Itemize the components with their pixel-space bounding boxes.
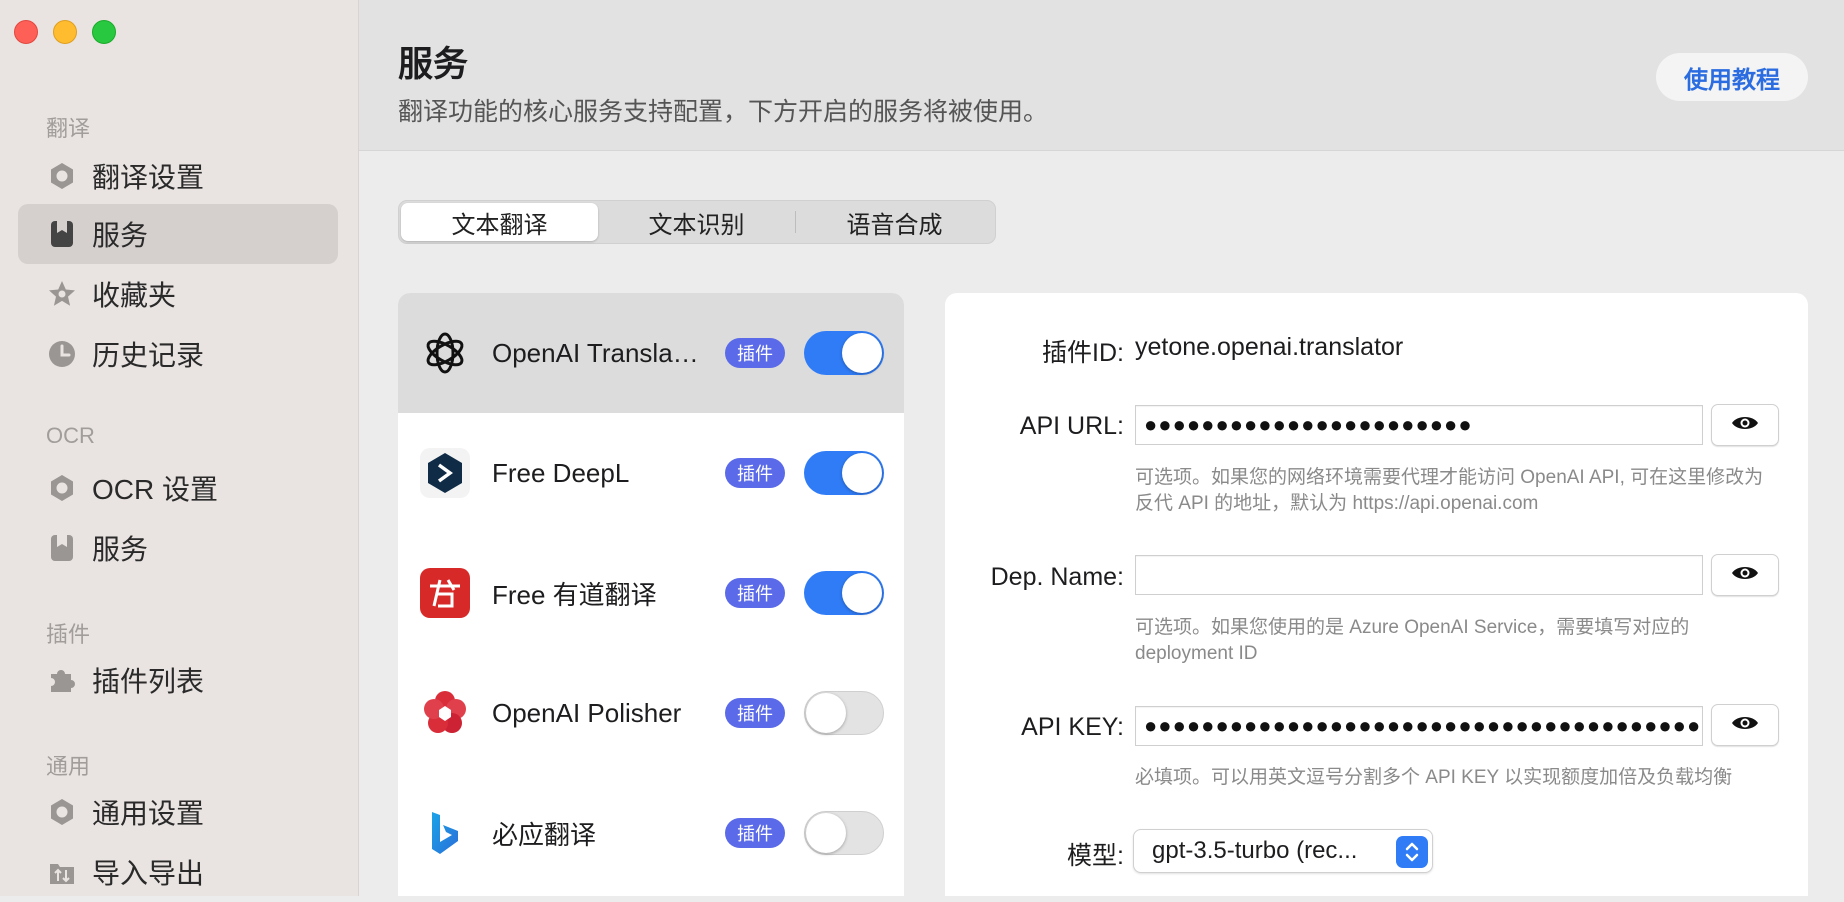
service-row[interactable]: OpenAI Translator 插件 bbox=[398, 293, 904, 413]
minimize-window-button[interactable] bbox=[53, 20, 77, 44]
model-select[interactable]: gpt-3.5-turbo (rec... bbox=[1133, 829, 1433, 873]
tutorial-button[interactable]: 使用教程 bbox=[1656, 53, 1808, 101]
tab-text-translation[interactable]: 文本翻译 bbox=[401, 203, 598, 241]
api-url-reveal-button[interactable] bbox=[1711, 404, 1779, 446]
gear-icon bbox=[46, 160, 78, 192]
service-name: Free DeepL bbox=[492, 457, 630, 488]
service-toggle[interactable] bbox=[804, 691, 884, 735]
polisher-logo-icon bbox=[420, 688, 470, 738]
service-toggle[interactable] bbox=[804, 811, 884, 855]
sidebar-item-label: OCR 设置 bbox=[92, 474, 219, 505]
sidebar-item-favorites[interactable]: 收藏夹 bbox=[18, 264, 338, 324]
sidebar-item-ocr-settings[interactable]: OCR 设置 bbox=[18, 458, 338, 518]
plugin-id-value: yetone.openai.translator bbox=[1135, 333, 1404, 361]
model-selected-value: gpt-3.5-turbo (rec... bbox=[1152, 837, 1358, 864]
sidebar-item-label: 翻译设置 bbox=[92, 162, 205, 193]
puzzle-icon bbox=[46, 664, 78, 696]
service-name: Free 有道翻译 bbox=[492, 579, 657, 610]
page-header: 服务 翻译功能的核心服务支持配置，下方开启的服务将被使用。 使用教程 bbox=[359, 0, 1844, 151]
window-controls bbox=[14, 20, 116, 44]
import-export-icon bbox=[46, 856, 78, 888]
page-title: 服务 bbox=[398, 45, 469, 84]
sidebar-section-ocr: OCR bbox=[46, 423, 95, 448]
sidebar-item-plugin-list[interactable]: 插件列表 bbox=[18, 650, 338, 710]
model-label: 模型: bbox=[1067, 842, 1124, 870]
plugin-id-label: 插件ID: bbox=[1042, 339, 1124, 367]
api-key-input[interactable]: ●●●●●●●●●●●●●●●●●●●●●●●●●●●●●●●●●●●●●●●●… bbox=[1135, 706, 1703, 746]
close-window-button[interactable] bbox=[14, 20, 38, 44]
service-row[interactable]: Free DeepL 插件 bbox=[398, 413, 904, 533]
sidebar-item-history[interactable]: 历史记录 bbox=[18, 324, 338, 384]
deepl-logo-icon bbox=[420, 448, 470, 498]
service-row[interactable]: OpenAI Polisher 插件 bbox=[398, 653, 904, 773]
plugin-badge: 插件 bbox=[725, 578, 785, 608]
service-toggle[interactable] bbox=[804, 451, 884, 495]
sidebar-item-translate-settings[interactable]: 翻译设置 bbox=[18, 146, 338, 206]
gear-icon bbox=[46, 472, 78, 504]
sidebar-item-services[interactable]: 服务 bbox=[18, 204, 338, 264]
dep-name-help: 可选项。如果您使用的是 Azure OpenAI Service，需要填写对应的… bbox=[1135, 617, 1690, 664]
clock-icon bbox=[46, 338, 78, 370]
dep-name-input[interactable] bbox=[1135, 555, 1703, 595]
service-name: OpenAI Translator bbox=[492, 337, 702, 368]
sidebar-item-label: 历史记录 bbox=[92, 340, 205, 371]
plugin-badge: 插件 bbox=[725, 338, 785, 368]
service-toggle[interactable] bbox=[804, 571, 884, 615]
plugin-badge: 插件 bbox=[725, 458, 785, 488]
sidebar-item-ocr-services[interactable]: 服务 bbox=[18, 518, 338, 578]
plugin-badge: 插件 bbox=[725, 818, 785, 848]
gear-icon bbox=[46, 796, 78, 828]
eye-icon bbox=[1730, 713, 1760, 738]
sidebar-section-plugins: 插件 bbox=[46, 622, 91, 647]
api-key-help: 必填项。可以用英文逗号分割多个 API KEY 以实现额度加倍及负载均衡 bbox=[1135, 767, 1733, 788]
service-name: OpenAI Polisher bbox=[492, 697, 682, 728]
sidebar-item-label: 收藏夹 bbox=[92, 280, 177, 311]
sidebar-item-label: 通用设置 bbox=[92, 798, 205, 829]
sidebar-section-general: 通用 bbox=[46, 754, 91, 779]
api-url-help: 可选项。如果您的网络环境需要代理才能访问 OpenAI API, 可在这里修改为… bbox=[1135, 467, 1764, 514]
sidebar-item-general-settings[interactable]: 通用设置 bbox=[18, 782, 338, 842]
star-icon bbox=[46, 278, 78, 310]
sidebar-item-label: 插件列表 bbox=[92, 666, 205, 697]
zoom-window-button[interactable] bbox=[92, 20, 116, 44]
service-row[interactable]: 必应翻译 插件 bbox=[398, 773, 904, 893]
service-name: 必应翻译 bbox=[492, 819, 597, 850]
tab-text-recognition[interactable]: 文本识别 bbox=[598, 203, 795, 241]
sidebar-item-label: 服务 bbox=[92, 220, 149, 251]
service-list: OpenAI Translator 插件 Free DeepL 插件 Free … bbox=[398, 293, 904, 896]
dep-name-reveal-button[interactable] bbox=[1711, 554, 1779, 596]
api-url-label: API URL: bbox=[1019, 412, 1124, 440]
page-subtitle: 翻译功能的核心服务支持配置，下方开启的服务将被使用。 bbox=[398, 98, 1049, 126]
tab-speech-synthesis[interactable]: 语音合成 bbox=[796, 203, 993, 241]
sidebar-section-translate: 翻译 bbox=[46, 116, 91, 141]
sidebar: 翻译 翻译设置 服务 收藏夹 历史记录 OCR OCR 设置 服务 插件 插件列… bbox=[0, 0, 359, 896]
sidebar-item-label: 导入导出 bbox=[92, 858, 205, 889]
chevron-up-down-icon bbox=[1396, 836, 1428, 868]
eye-icon bbox=[1730, 413, 1760, 438]
service-toggle[interactable] bbox=[804, 331, 884, 375]
service-config-panel: 插件ID: yetone.openai.translator API URL: … bbox=[945, 293, 1808, 896]
eye-icon bbox=[1730, 563, 1760, 588]
bookmark-icon bbox=[46, 218, 78, 250]
openai-logo-icon bbox=[420, 328, 470, 378]
api-url-input[interactable]: ●●●●●●●●●●●●●●●●●●●●●●● bbox=[1135, 405, 1703, 445]
youdao-logo-icon bbox=[420, 568, 470, 618]
bing-logo-icon bbox=[420, 808, 470, 858]
dep-name-label: Dep. Name: bbox=[990, 563, 1124, 591]
bookmark-icon bbox=[46, 532, 78, 564]
sidebar-item-label: 服务 bbox=[92, 534, 149, 565]
service-row[interactable]: Free 有道翻译 插件 bbox=[398, 533, 904, 653]
service-type-tabs: 文本翻译 文本识别 语音合成 bbox=[398, 200, 996, 244]
api-key-reveal-button[interactable] bbox=[1711, 704, 1779, 746]
plugin-badge: 插件 bbox=[725, 698, 785, 728]
api-key-label: API KEY: bbox=[1021, 713, 1124, 741]
sidebar-item-import-export[interactable]: 导入导出 bbox=[18, 842, 338, 902]
